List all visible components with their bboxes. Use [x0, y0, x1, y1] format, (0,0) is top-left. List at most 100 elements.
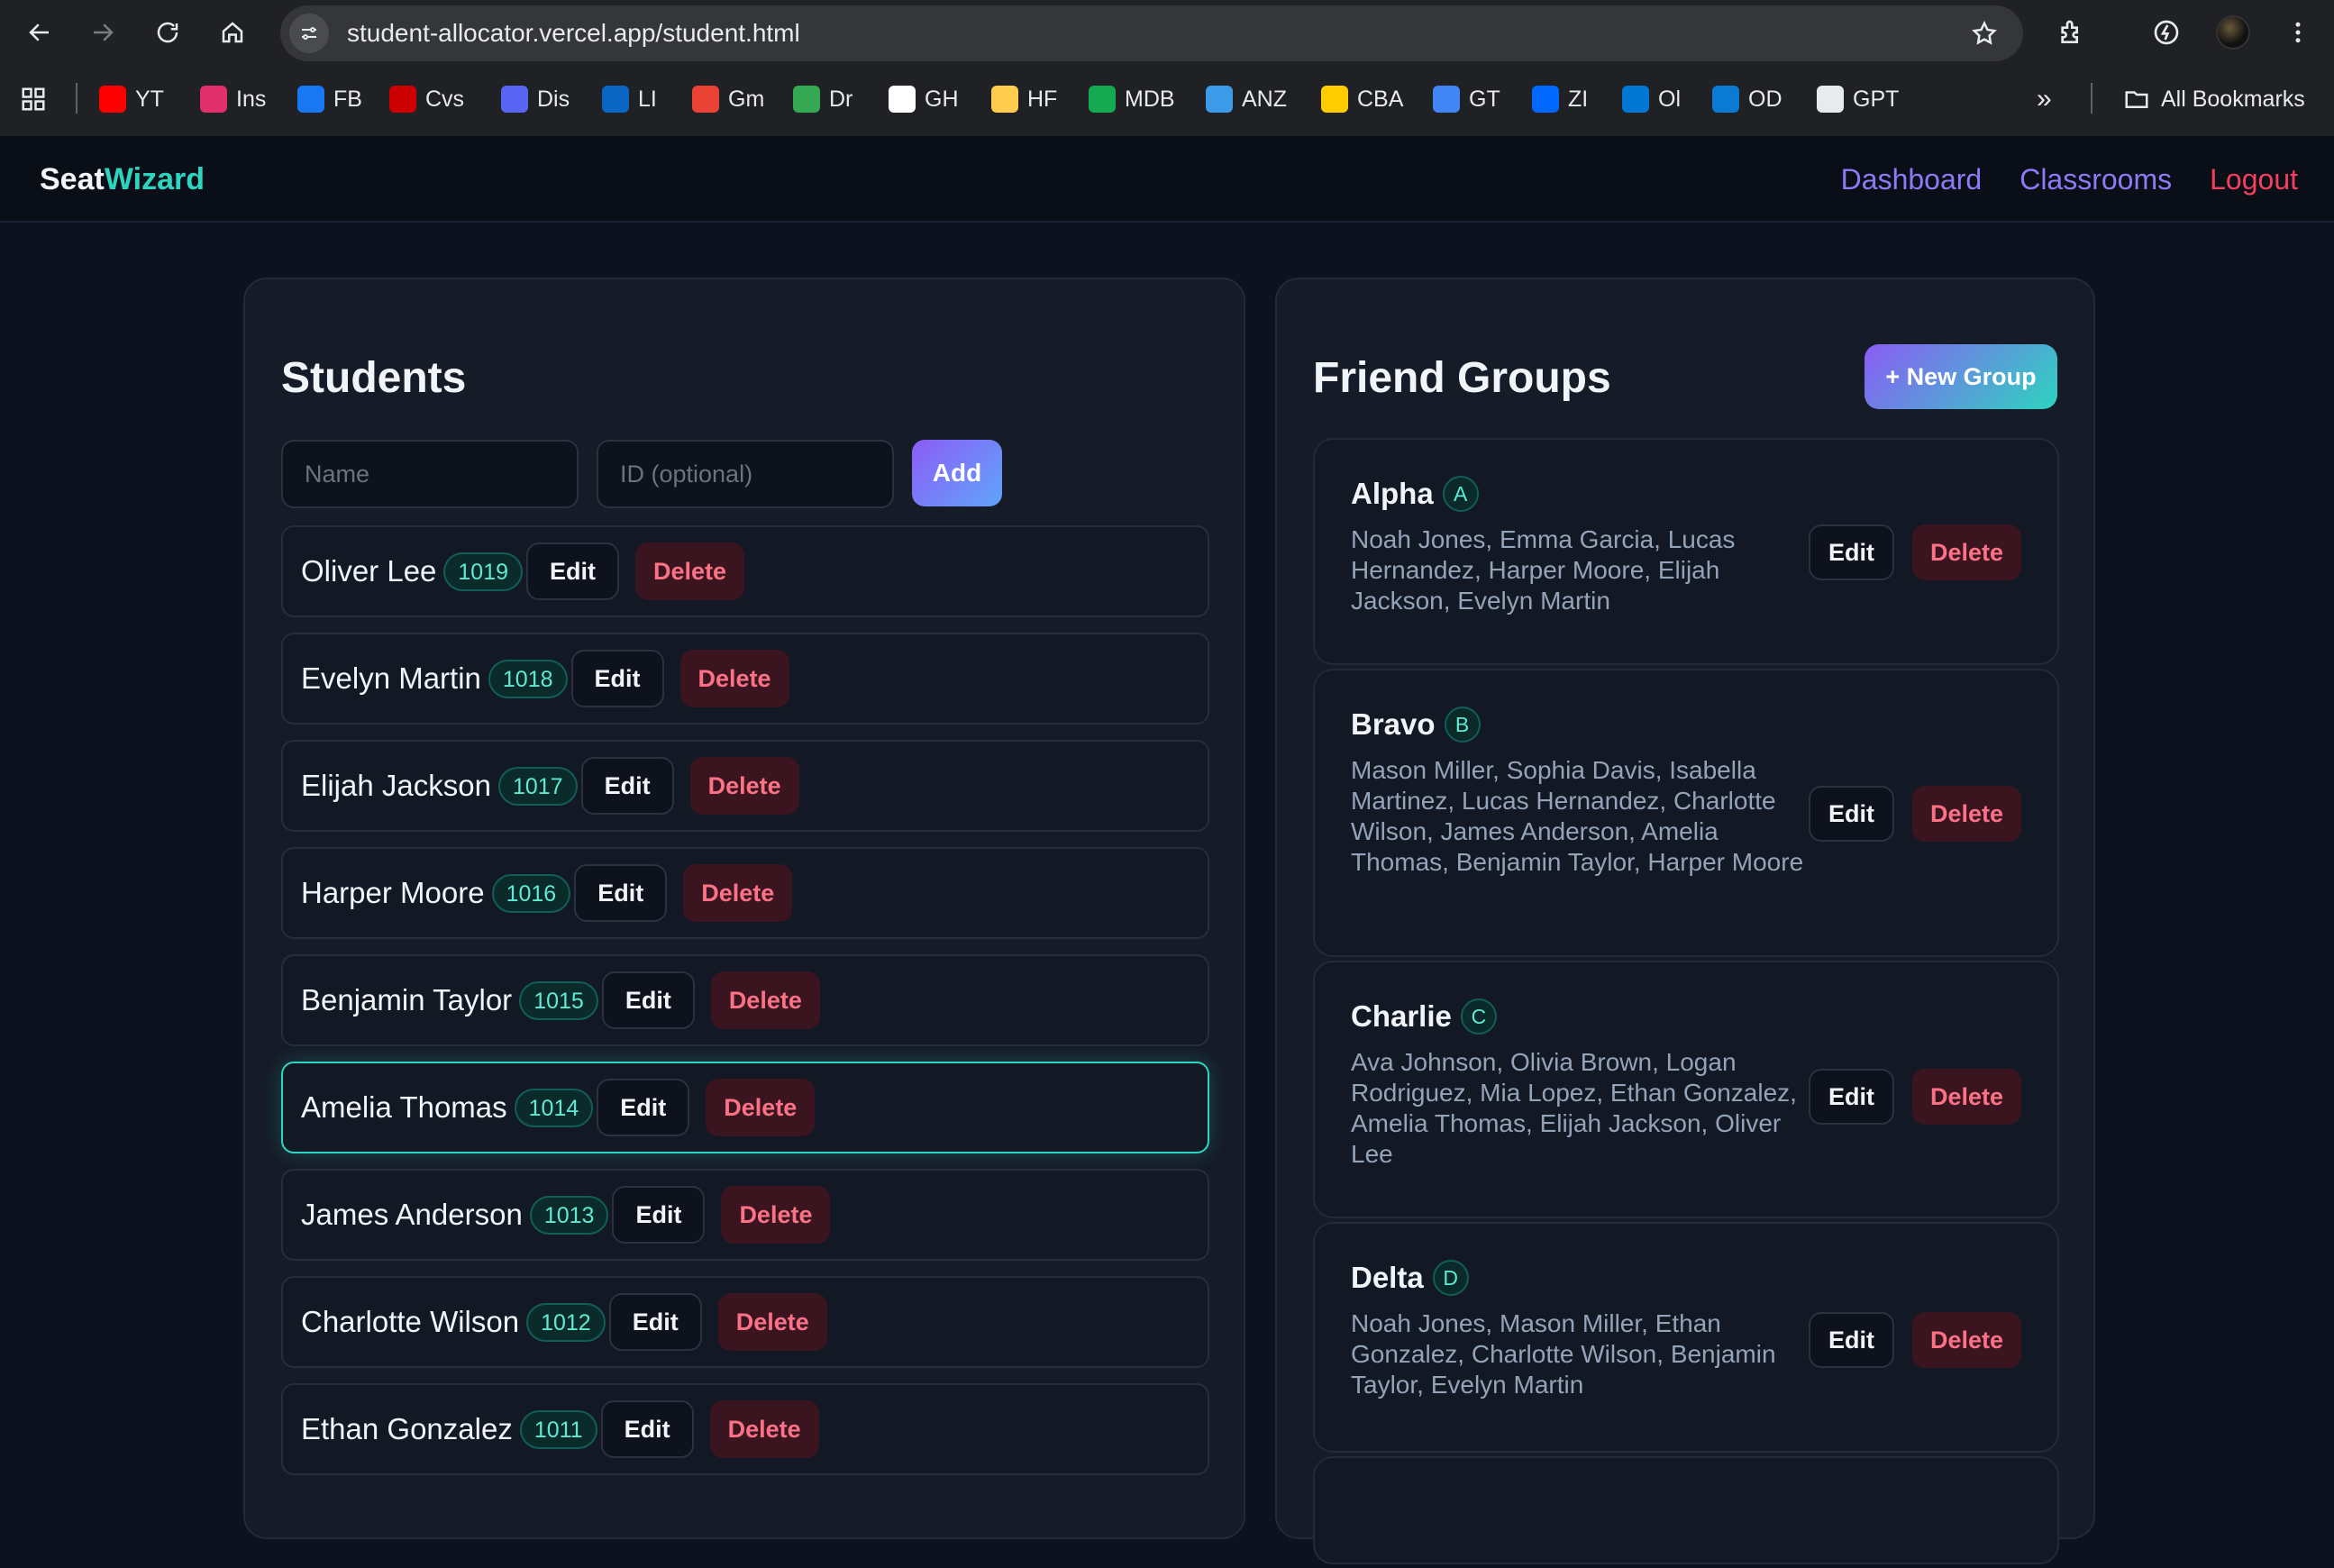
brand-logo[interactable]: SeatWizard [40, 136, 205, 223]
nav-classrooms-link[interactable]: Classrooms [2019, 163, 2172, 196]
student-row[interactable]: Ethan Gonzalez 1011 Edit Delete [281, 1383, 1209, 1475]
edit-student-button[interactable]: Edit [574, 864, 668, 922]
edit-group-button[interactable]: Edit [1808, 1312, 1894, 1368]
edit-group-button[interactable]: Edit [1808, 786, 1894, 842]
address-bar[interactable]: student-allocator.vercel.app/student.htm… [280, 5, 2023, 61]
delete-student-button[interactable]: Delete [689, 757, 799, 815]
nav-links: Dashboard Classrooms Logout [1841, 136, 2298, 223]
bookmark-zi[interactable]: ZI [1532, 72, 1588, 126]
delete-student-button[interactable]: Delete [683, 864, 793, 922]
extensions-icon[interactable] [2051, 13, 2091, 52]
bookmark-cba[interactable]: CBA [1321, 72, 1403, 126]
profile-avatar[interactable] [2213, 13, 2253, 52]
edit-group-button[interactable]: Edit [1808, 1069, 1894, 1125]
bookmark-dr[interactable]: Dr [793, 72, 852, 126]
delete-student-button[interactable]: Delete [709, 1400, 819, 1458]
student-row[interactable]: Benjamin Taylor 1015 Edit Delete [281, 954, 1209, 1046]
back-button[interactable] [20, 13, 59, 52]
student-name: James Anderson [301, 1198, 523, 1231]
delete-student-button[interactable]: Delete [635, 542, 745, 600]
edit-student-button[interactable]: Edit [612, 1186, 706, 1244]
anz-icon [1206, 86, 1233, 113]
bookmark-ins[interactable]: Ins [200, 72, 266, 126]
cvs-icon [389, 86, 416, 113]
bookmark-ol[interactable]: Ol [1622, 72, 1681, 126]
bookmark-dis[interactable]: Dis [501, 72, 570, 126]
student-id-badge: 1017 [497, 766, 578, 806]
student-row[interactable]: Oliver Lee 1019 Edit Delete [281, 525, 1209, 617]
group-members: Ava Johnson, Olivia Brown, Logan Rodrigu… [1351, 1048, 1797, 1168]
delete-student-button[interactable]: Delete [721, 1186, 831, 1244]
url-text[interactable]: student-allocator.vercel.app/student.htm… [347, 5, 800, 61]
bookmark-label: HF [1027, 86, 1058, 112]
group-code-badge: C [1460, 998, 1497, 1035]
bookmark-gm[interactable]: Gm [692, 72, 764, 126]
student-row[interactable]: Evelyn Martin 1018 Edit Delete [281, 633, 1209, 725]
student-row[interactable]: James Anderson 1013 Edit Delete [281, 1169, 1209, 1261]
bookmark-label: Gm [728, 86, 765, 112]
home-button[interactable] [213, 13, 252, 52]
apps-grid-icon[interactable] [20, 72, 47, 126]
all-bookmarks-button[interactable]: All Bookmarks [2121, 72, 2305, 126]
delete-student-button[interactable]: Delete [710, 971, 820, 1029]
forward-button[interactable] [83, 13, 123, 52]
student-row[interactable]: Harper Moore 1016 Edit Delete [281, 847, 1209, 939]
delete-group-button[interactable]: Delete [1911, 524, 2021, 580]
student-row[interactable]: Elijah Jackson 1017 Edit Delete [281, 740, 1209, 832]
student-name: Benjamin Taylor [301, 983, 513, 1016]
student-name: Charlotte Wilson [301, 1305, 520, 1338]
edit-student-button[interactable]: Edit [570, 650, 664, 707]
student-row[interactable]: Amelia Thomas 1014 Edit Delete [281, 1062, 1209, 1153]
edit-student-button[interactable]: Edit [526, 542, 620, 600]
bookmark-gpt[interactable]: GPT [1817, 72, 1899, 126]
group-code-badge: D [1432, 1260, 1469, 1296]
edit-student-button[interactable]: Edit [601, 971, 695, 1029]
student-row[interactable]: Charlotte Wilson 1012 Edit Delete [281, 1276, 1209, 1368]
reload-button[interactable] [148, 13, 187, 52]
delete-student-button[interactable]: Delete [679, 650, 789, 707]
site-settings-icon[interactable] [289, 14, 329, 53]
drive-icon [793, 86, 820, 113]
bookmark-od[interactable]: OD [1712, 72, 1782, 126]
group-list: Alpha A Noah Jones, Emma Garcia, Lucas Her… [1313, 438, 2059, 1568]
edit-group-button[interactable]: Edit [1808, 524, 1894, 580]
bookmark-label: OD [1748, 86, 1782, 112]
nav-logout-link[interactable]: Logout [2210, 163, 2298, 196]
cba-icon [1321, 86, 1348, 113]
bookmark-cvs[interactable]: Cvs [389, 72, 464, 126]
delete-student-button[interactable]: Delete [717, 1293, 827, 1351]
add-student-button[interactable]: Add [912, 440, 1002, 506]
bookmark-anz[interactable]: ANZ [1206, 72, 1287, 126]
bookmark-label: Cvs [425, 86, 465, 112]
bookmark-li[interactable]: LI [602, 72, 657, 126]
student-id-input[interactable] [597, 440, 894, 508]
bookmark-gh[interactable]: GH [889, 72, 959, 126]
bookmark-gt[interactable]: GT [1433, 72, 1500, 126]
bookmark-star-icon[interactable] [1971, 20, 1998, 51]
group-name-row: Delta D [1351, 1260, 1469, 1296]
group-name-row: Bravo B [1351, 707, 1481, 743]
student-id-badge: 1012 [526, 1302, 606, 1342]
delete-group-button[interactable]: Delete [1911, 786, 2021, 842]
delete-student-button[interactable]: Delete [706, 1079, 816, 1136]
new-group-button[interactable]: + New Group [1864, 344, 2057, 409]
bookmark-fb[interactable]: FB [297, 72, 362, 126]
bookmark-label: GT [1469, 86, 1500, 112]
bookmark-hf[interactable]: HF [991, 72, 1057, 126]
performance-icon[interactable] [2147, 13, 2186, 52]
edit-student-button[interactable]: Edit [580, 757, 674, 815]
edit-student-button[interactable]: Edit [600, 1400, 694, 1458]
delete-group-button[interactable]: Delete [1911, 1312, 2021, 1368]
folder-icon [2125, 91, 2148, 108]
bookmark-mdb[interactable]: MDB [1089, 72, 1175, 126]
bookmarks-overflow-button[interactable]: » [2037, 72, 2052, 126]
delete-group-button[interactable]: Delete [1911, 1069, 2021, 1125]
bookmark-yt[interactable]: YT [99, 72, 164, 126]
nav-dashboard-link[interactable]: Dashboard [1841, 163, 1983, 196]
edit-student-button[interactable]: Edit [608, 1293, 702, 1351]
bookmark-label: Ol [1658, 86, 1681, 112]
friend-groups-title: Friend Groups [1313, 354, 1611, 402]
menu-kebab-icon[interactable] [2278, 13, 2318, 52]
student-name-input[interactable] [281, 440, 579, 508]
edit-student-button[interactable]: Edit [597, 1079, 690, 1136]
